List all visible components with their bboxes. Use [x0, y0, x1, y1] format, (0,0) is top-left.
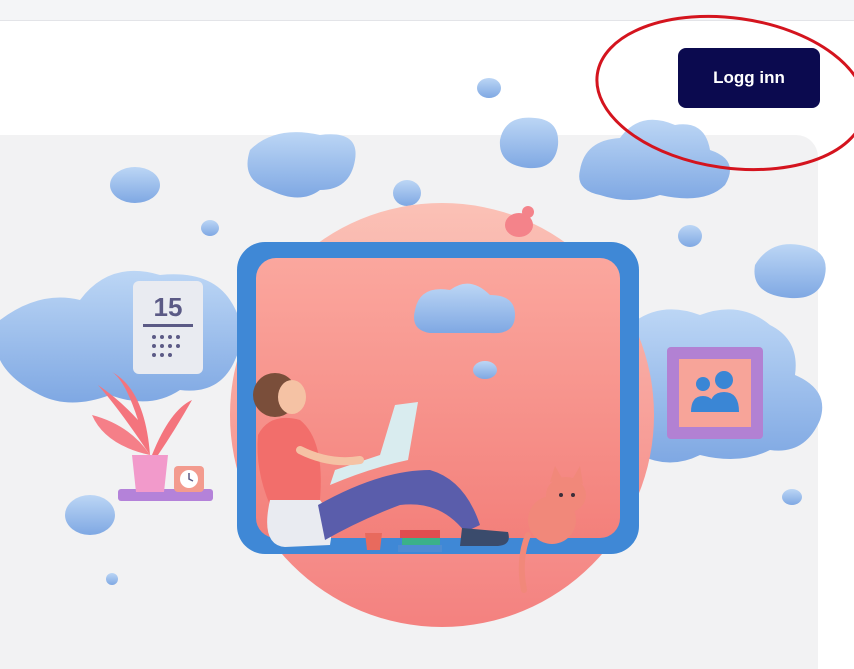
login-button[interactable]: Logg inn: [678, 48, 820, 108]
